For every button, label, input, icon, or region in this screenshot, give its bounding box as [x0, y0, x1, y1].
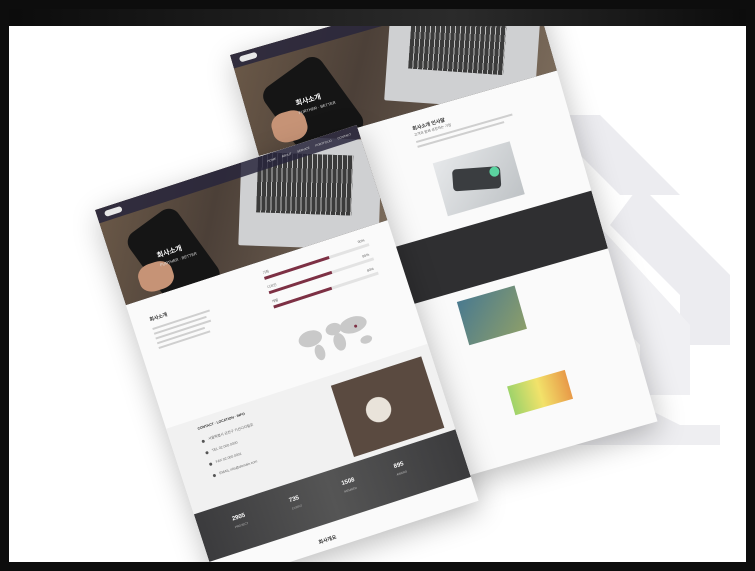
stat-number: 895 [393, 461, 405, 471]
front-logo[interactable] [103, 205, 123, 218]
stat-label: CLIENT [291, 503, 303, 511]
back-photo [456, 285, 527, 346]
front-nav-item[interactable]: SERVICE [297, 146, 311, 154]
front-nav-item[interactable]: CONTACT [337, 132, 352, 140]
about-heading: 회사소개 [148, 311, 169, 324]
contact-item: TEL 02.000.0000 [211, 440, 239, 453]
contact-item: 서울특별시 금천구 가산디지털로 [207, 422, 254, 442]
contact-item: EMAIL info@domain.com [218, 459, 258, 476]
back-product-image [432, 141, 525, 217]
back-heatmap [507, 369, 574, 416]
footer-heading: 회사개요 [317, 534, 338, 546]
back-logo[interactable] [238, 51, 258, 63]
skill-bar [273, 271, 379, 309]
stat-number: 735 [288, 495, 300, 505]
front-hero: HOME ABOUT SERVICE PORTFOLIO CONTACT 회사소… [95, 125, 388, 306]
front-nav-item[interactable]: PORTFOLIO [315, 139, 333, 148]
stat-label: PROJECT [234, 521, 249, 530]
stat-label: AWARD [395, 469, 408, 477]
stat-label: MEMBER [343, 485, 358, 494]
contact-item: FAX 02.000.0001 [215, 451, 243, 464]
front-nav-item[interactable]: ABOUT [281, 152, 292, 159]
top-strip [0, 0, 755, 26]
front-nav-item[interactable]: HOME [267, 157, 277, 164]
world-map-icon [298, 316, 373, 361]
